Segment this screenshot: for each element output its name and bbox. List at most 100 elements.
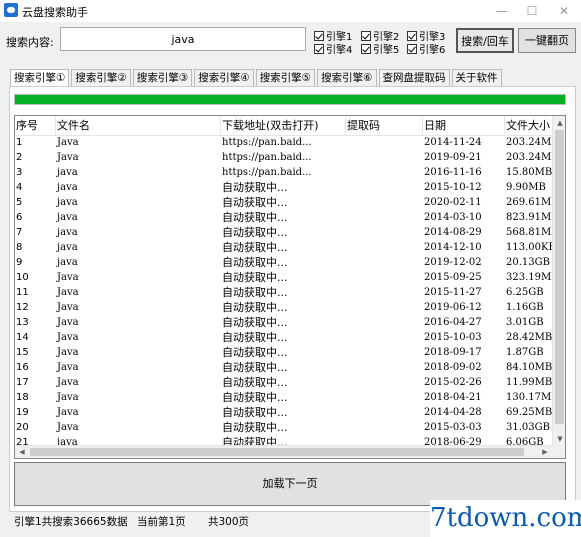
- table-row[interactable]: 12 Java 自动获取中... 2019-06-12 1.16GB: [15, 300, 553, 315]
- checkbox-checked-icon[interactable]: [407, 43, 417, 54]
- row-extract-code: [346, 270, 423, 285]
- row-size: 11.99MB: [506, 377, 553, 388]
- table-row[interactable]: 2 Java https://pan.baid... 2019-09-21 203.24…: [15, 150, 553, 165]
- tab-about[interactable]: 关于软件: [451, 69, 502, 86]
- total-pages: 共300页: [208, 516, 250, 528]
- table-row[interactable]: 17 Java 自动获取中... 2015-02-26 11.99MB: [15, 375, 553, 390]
- column-header-download-url[interactable]: 下载地址(双击打开): [221, 116, 346, 135]
- engine-6-checkbox[interactable]: 引擎6: [407, 41, 445, 56]
- column-header-date[interactable]: 日期: [423, 116, 505, 135]
- row-size: 20.13GB: [506, 257, 550, 268]
- engine-5-checkbox[interactable]: 引擎5: [361, 41, 399, 56]
- row-download-url: 自动获取中...: [222, 316, 288, 329]
- row-date: 2019-06-12: [424, 302, 482, 313]
- table-row[interactable]: 9 java 自动获取中... 2019-12-02 20.13GB: [15, 255, 553, 270]
- row-date: 2020-02-11: [424, 197, 482, 208]
- row-extract-code: [346, 240, 423, 255]
- row-date: 2015-10-03: [424, 332, 482, 343]
- table-row[interactable]: 3 java https://pan.baid... 2016-11-16 15.80M…: [15, 165, 553, 180]
- row-filename: java: [57, 167, 78, 178]
- tab-extract-code[interactable]: 查网盘提取码: [378, 69, 450, 86]
- table-header: 序号 文件名 下载地址(双击打开) 提取码 日期 文件大小: [15, 116, 553, 136]
- table-row[interactable]: 11 Java 自动获取中... 2015-11-27 6.25GB: [15, 285, 553, 300]
- row-filename: Java: [57, 332, 79, 343]
- row-index: 16: [16, 362, 29, 373]
- row-extract-code: [346, 315, 423, 330]
- row-extract-code: [346, 150, 423, 165]
- vertical-scroll-thumb[interactable]: [555, 130, 564, 424]
- table-row[interactable]: 16 Java 自动获取中... 2018-09-02 84.10MB: [15, 360, 553, 375]
- tab-engine-1[interactable]: 搜索引擎①: [10, 69, 70, 87]
- scroll-down-icon[interactable]: ▼: [553, 432, 565, 446]
- column-header-extract-code[interactable]: 提取码: [346, 116, 423, 135]
- tab-engine-5[interactable]: 搜索引擎⑤: [255, 69, 316, 86]
- table-row[interactable]: 7 java 自动获取中... 2014-08-29 568.81MB: [15, 225, 553, 240]
- minimize-icon[interactable]: —: [487, 0, 517, 22]
- row-size: 1.16GB: [506, 302, 544, 313]
- checkbox-checked-icon[interactable]: [361, 30, 371, 41]
- row-download-url: 自动获取中...: [222, 406, 288, 419]
- engine-4-checkbox[interactable]: 引擎4: [314, 41, 352, 56]
- row-download-url: 自动获取中...: [222, 346, 288, 359]
- checkbox-checked-icon[interactable]: [407, 30, 417, 41]
- table-row[interactable]: 1 Java https://pan.baid... 2014-11-24 203.24…: [15, 135, 553, 150]
- horizontal-scroll-thumb[interactable]: [30, 448, 524, 456]
- table-row[interactable]: 8 java 自动获取中... 2014-12-10 113.00KB: [15, 240, 553, 255]
- table-row[interactable]: 13 Java 自动获取中... 2016-04-27 3.01GB: [15, 315, 553, 330]
- table-row[interactable]: 10 Java 自动获取中... 2015-09-25 323.19MB: [15, 270, 553, 285]
- row-size: 9.90MB: [506, 182, 546, 193]
- tab-engine-2[interactable]: 搜索引擎②: [71, 69, 131, 86]
- close-icon[interactable]: ✕: [549, 0, 579, 22]
- table-row[interactable]: 14 Java 自动获取中... 2015-10-03 28.42MB: [15, 330, 553, 345]
- row-date: 2018-09-17: [424, 347, 482, 358]
- scroll-up-icon[interactable]: ▲: [553, 116, 565, 130]
- table-row[interactable]: 19 Java 自动获取中... 2014-04-28 69.25MB: [15, 405, 553, 420]
- row-extract-code: [346, 435, 423, 445]
- row-index: 18: [16, 392, 29, 403]
- row-download-url: https://pan.baid...: [222, 152, 312, 163]
- tab-engine-4[interactable]: 搜索引擎④: [194, 69, 254, 86]
- row-size: 323.19MB: [506, 272, 553, 283]
- table-row[interactable]: 6 java 自动获取中... 2014-03-10 823.91MB: [15, 210, 553, 225]
- column-header-size[interactable]: 文件大小: [505, 116, 553, 135]
- column-header-index[interactable]: 序号: [15, 116, 56, 135]
- results-table: 序号 文件名 下载地址(双击打开) 提取码 日期 文件大小 1 Java https…: [14, 115, 566, 459]
- search-input[interactable]: [60, 27, 306, 51]
- row-filename: java: [57, 227, 78, 238]
- row-size: 823.91MB: [506, 212, 553, 223]
- tab-engine-3[interactable]: 搜索引擎③: [132, 69, 193, 86]
- row-size: 113.00KB: [506, 242, 553, 253]
- row-index: 4: [16, 182, 23, 193]
- row-download-url: 自动获取中...: [222, 331, 288, 344]
- table-row[interactable]: 4 java 自动获取中... 2015-10-12 9.90MB: [15, 180, 553, 195]
- engine-tabs: 搜索引擎① 搜索引擎② 搜索引擎③ 搜索引擎④ 搜索引擎⑤ 搜索引擎⑥ 查网盘提…: [10, 69, 504, 87]
- one-key-page-button[interactable]: 一键翻页: [518, 28, 576, 53]
- scroll-left-icon[interactable]: ◀: [15, 446, 29, 458]
- row-download-url: https://pan.baid...: [222, 167, 312, 178]
- row-size: 203.24MB: [506, 152, 553, 163]
- row-download-url: 自动获取中...: [222, 226, 288, 239]
- row-extract-code: [346, 210, 423, 225]
- checkbox-checked-icon[interactable]: [361, 43, 371, 54]
- column-header-filename[interactable]: 文件名: [56, 116, 221, 135]
- window-title: 云盘搜索助手: [22, 6, 88, 19]
- table-row[interactable]: 15 Java 自动获取中... 2018-09-17 1.87GB: [15, 345, 553, 360]
- tab-engine-6[interactable]: 搜索引擎⑥: [317, 69, 377, 86]
- scroll-right-icon[interactable]: ▶: [538, 446, 552, 458]
- row-index: 12: [16, 302, 29, 313]
- table-row[interactable]: 21 java 自动获取中... 2018-06-29 6.06GB: [15, 435, 553, 445]
- table-row[interactable]: 20 Java 自动获取中... 2015-03-03 31.03GB: [15, 420, 553, 435]
- engine-result-count: 引擎1共搜索36665数据: [14, 516, 128, 528]
- checkbox-checked-icon[interactable]: [314, 43, 324, 54]
- row-index: 14: [16, 332, 29, 343]
- row-extract-code: [346, 420, 423, 435]
- table-row[interactable]: 18 Java 自动获取中... 2018-04-21 130.17MB: [15, 390, 553, 405]
- checkbox-checked-icon[interactable]: [314, 30, 324, 41]
- row-index: 6: [16, 212, 23, 223]
- row-date: 2019-12-02: [424, 257, 482, 268]
- horizontal-scrollbar[interactable]: ◀ ▶: [15, 445, 552, 458]
- search-button[interactable]: 搜索/回车: [456, 28, 514, 53]
- vertical-scrollbar[interactable]: ▲ ▼: [552, 116, 565, 446]
- table-row[interactable]: 5 java 自动获取中... 2020-02-11 269.61MB: [15, 195, 553, 210]
- maximize-icon[interactable]: ☐: [517, 0, 547, 22]
